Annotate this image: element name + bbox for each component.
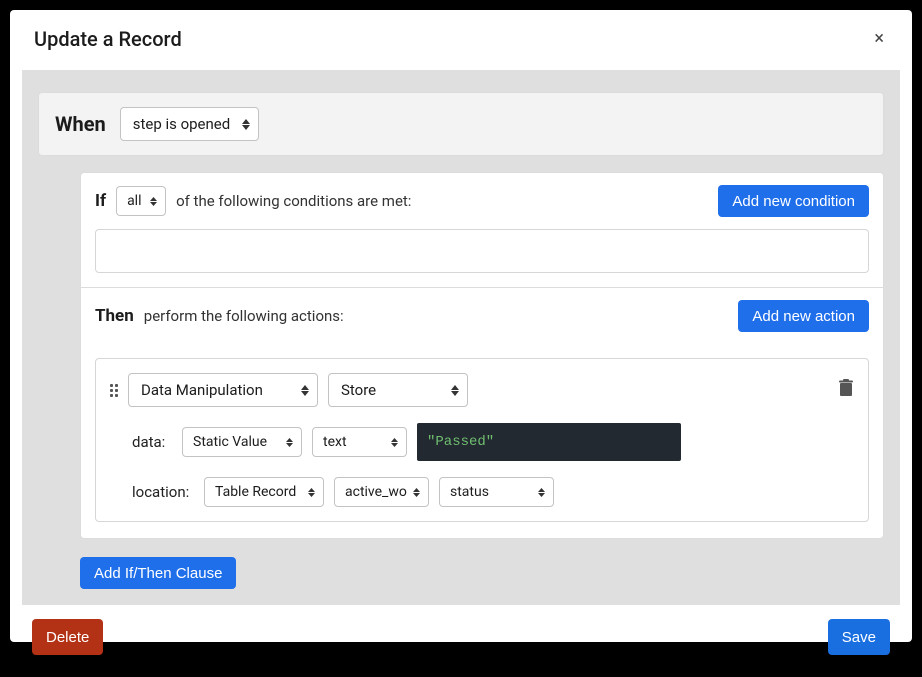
if-then-block: If all of the following conditions are m…	[80, 172, 884, 539]
add-if-then-clause-button[interactable]: Add If/Then Clause	[80, 557, 236, 589]
if-label: If	[95, 191, 106, 211]
if-match-value: all	[127, 193, 141, 209]
trash-icon[interactable]	[838, 379, 854, 401]
action-category-select[interactable]: Data Manipulation	[128, 373, 318, 407]
close-icon[interactable]: ×	[870, 26, 888, 52]
drag-handle-icon[interactable]	[110, 384, 118, 397]
action-operation-value: Store	[341, 381, 376, 399]
location-record-select[interactable]: active_wo	[334, 477, 429, 507]
then-header: Then perform the following actions: Add …	[81, 288, 883, 344]
then-subtitle: perform the following actions:	[144, 307, 344, 325]
location-kind-value: Table Record	[215, 484, 296, 500]
updown-icon	[150, 197, 157, 206]
action-category-value: Data Manipulation	[141, 381, 263, 399]
data-value-text: "Passed"	[427, 434, 494, 450]
data-type-select[interactable]: text	[312, 427, 407, 457]
data-source-value: Static Value	[193, 434, 267, 450]
modal-title: Update a Record	[34, 27, 182, 51]
modal: Update a Record × When step is opened If	[10, 10, 912, 642]
action-card: Data Manipulation Store	[95, 358, 869, 522]
when-trigger-value: step is opened	[133, 115, 231, 133]
data-type-value: text	[323, 434, 347, 450]
location-field-value: status	[450, 484, 489, 500]
updown-icon	[242, 119, 250, 130]
when-section: When step is opened	[38, 92, 884, 156]
if-suffix: of the following conditions are met:	[176, 192, 411, 210]
add-action-button[interactable]: Add new action	[738, 300, 869, 332]
updown-icon	[538, 488, 545, 497]
updown-icon	[391, 438, 398, 447]
add-condition-button[interactable]: Add new condition	[718, 185, 869, 217]
updown-icon	[286, 438, 293, 447]
conditions-empty[interactable]	[95, 229, 869, 273]
if-match-select[interactable]: all	[116, 186, 166, 216]
updown-icon	[451, 385, 459, 396]
location-label: location:	[132, 483, 194, 501]
updown-icon	[413, 488, 420, 497]
data-source-select[interactable]: Static Value	[182, 427, 302, 457]
then-label: Then	[95, 306, 134, 326]
location-field-select[interactable]: status	[439, 477, 554, 507]
data-value-input[interactable]: "Passed"	[417, 423, 681, 461]
location-record-value: active_wo	[345, 484, 407, 500]
modal-header: Update a Record ×	[10, 10, 912, 70]
data-label: data:	[132, 433, 172, 451]
action-operation-select[interactable]: Store	[328, 373, 468, 407]
modal-body: When step is opened If all	[22, 70, 900, 605]
modal-footer: Delete Save	[10, 605, 912, 677]
updown-icon	[308, 488, 315, 497]
if-header: If all of the following conditions are m…	[81, 173, 883, 229]
location-kind-select[interactable]: Table Record	[204, 477, 324, 507]
when-label: When	[55, 112, 106, 136]
updown-icon	[301, 385, 309, 396]
save-button[interactable]: Save	[828, 619, 890, 655]
when-trigger-select[interactable]: step is opened	[120, 107, 260, 141]
delete-button[interactable]: Delete	[32, 619, 103, 655]
